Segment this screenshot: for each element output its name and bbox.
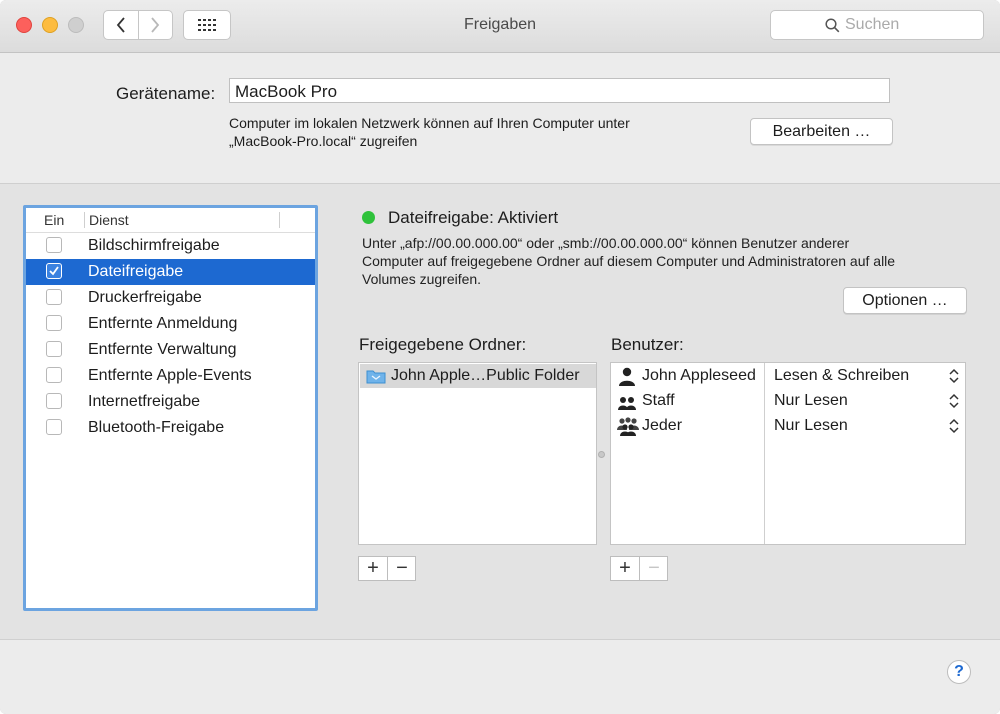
service-label: Bluetooth-Freigabe bbox=[88, 419, 225, 436]
service-label: Dateifreigabe bbox=[88, 263, 184, 280]
folder-add-remove-buttons: + − bbox=[358, 556, 416, 581]
footer bbox=[0, 640, 1000, 714]
user-add-remove-buttons: + − bbox=[610, 556, 668, 581]
service-label: Internetfreigabe bbox=[88, 393, 201, 410]
service-row-druckerfreigabe[interactable]: Druckerfreigabe bbox=[26, 285, 315, 311]
device-name-note-line2: „MacBook-Pro.local“ zugreifen bbox=[229, 133, 418, 149]
permission-popup[interactable]: Lesen & Schreiben bbox=[774, 367, 909, 385]
service-checkbox[interactable] bbox=[46, 237, 62, 253]
checkmark-icon bbox=[49, 266, 59, 276]
service-checkbox[interactable] bbox=[46, 367, 62, 383]
service-row-bluetooth-freigabe[interactable]: Bluetooth-Freigabe bbox=[26, 415, 315, 441]
service-description: Unter „afp://00.00.000.00“ oder „smb://0… bbox=[362, 234, 972, 288]
everyone-icon bbox=[617, 417, 639, 436]
status-indicator bbox=[362, 211, 375, 224]
user-name: Jeder bbox=[642, 417, 683, 434]
service-row-entfernte-verwaltung[interactable]: Entfernte Verwaltung bbox=[26, 337, 315, 363]
service-row-dateifreigabe[interactable]: Dateifreigabe bbox=[26, 259, 315, 285]
service-label: Druckerfreigabe bbox=[88, 289, 202, 306]
service-row-entfernte-apple-events[interactable]: Entfernte Apple-Events bbox=[26, 363, 315, 389]
service-row-entfernte-anmeldung[interactable]: Entfernte Anmeldung bbox=[26, 311, 315, 337]
column-header-on[interactable]: Ein bbox=[44, 212, 64, 228]
service-label: Entfernte Verwaltung bbox=[88, 341, 237, 358]
up-down-arrows-icon[interactable] bbox=[949, 368, 959, 384]
service-row-internetfreigabe[interactable]: Internetfreigabe bbox=[26, 389, 315, 415]
users-list[interactable]: John Appleseed Lesen & Schreiben Staff N… bbox=[610, 362, 966, 545]
search-field[interactable] bbox=[770, 10, 984, 40]
service-list[interactable]: Ein Dienst Bildschirmfreigabe Dateifreig… bbox=[23, 205, 318, 611]
up-down-arrows-icon[interactable] bbox=[949, 418, 959, 434]
service-status-title: Dateifreigabe: Aktiviert bbox=[388, 208, 559, 227]
device-name-note-line1: Computer im lokalen Netzwerk können auf … bbox=[229, 115, 630, 131]
folder-name: John Apple…Public Folder bbox=[391, 367, 580, 384]
group-icon bbox=[618, 397, 636, 410]
service-checkbox[interactable] bbox=[46, 341, 62, 357]
single-user-icon bbox=[619, 367, 635, 386]
options-button[interactable]: Optionen … bbox=[843, 287, 967, 314]
add-user-button[interactable]: + bbox=[611, 557, 640, 580]
user-name: Staff bbox=[642, 392, 675, 409]
split-view-handle[interactable] bbox=[598, 451, 605, 458]
search-input[interactable] bbox=[845, 15, 975, 35]
preferences-window: Freigaben Gerätename: MacBook Pro Comput… bbox=[0, 0, 1000, 714]
remove-folder-button[interactable]: − bbox=[388, 557, 416, 580]
user-row[interactable]: Staff Nur Lesen bbox=[611, 389, 965, 414]
edit-button[interactable]: Bearbeiten … bbox=[750, 118, 893, 145]
service-checkbox[interactable] bbox=[46, 263, 62, 279]
service-checkbox[interactable] bbox=[46, 393, 62, 409]
column-header-service[interactable]: Dienst bbox=[89, 212, 129, 228]
user-name: John Appleseed bbox=[642, 367, 756, 384]
service-list-header: Ein Dienst bbox=[26, 208, 315, 233]
title-bar: Freigaben bbox=[0, 0, 1000, 53]
description-line: Volumes zugreifen. bbox=[362, 271, 482, 287]
remove-user-button[interactable]: − bbox=[640, 557, 668, 580]
public-folder-icon bbox=[366, 370, 386, 384]
column-divider bbox=[84, 212, 85, 228]
device-name-label: Gerätename: bbox=[116, 84, 216, 103]
search-icon bbox=[825, 18, 840, 33]
user-row[interactable]: John Appleseed Lesen & Schreiben bbox=[611, 364, 965, 389]
service-label: Bildschirmfreigabe bbox=[88, 237, 220, 254]
up-down-arrows-icon[interactable] bbox=[949, 393, 959, 409]
add-folder-button[interactable]: + bbox=[359, 557, 388, 580]
device-name-field[interactable]: MacBook Pro bbox=[229, 78, 890, 103]
user-row[interactable]: Jeder Nur Lesen bbox=[611, 414, 965, 439]
service-label: Entfernte Anmeldung bbox=[88, 315, 238, 332]
service-checkbox[interactable] bbox=[46, 289, 62, 305]
service-checkbox[interactable] bbox=[46, 419, 62, 435]
shared-folders-list[interactable]: John Apple…Public Folder bbox=[358, 362, 597, 545]
description-line: Unter „afp://00.00.000.00“ oder „smb://0… bbox=[362, 235, 850, 251]
column-divider bbox=[279, 212, 280, 228]
permission-popup[interactable]: Nur Lesen bbox=[774, 417, 848, 435]
help-button[interactable]: ? bbox=[947, 660, 971, 684]
service-label: Entfernte Apple-Events bbox=[88, 367, 252, 384]
permission-popup[interactable]: Nur Lesen bbox=[774, 392, 848, 410]
service-row-bildschirmfreigabe[interactable]: Bildschirmfreigabe bbox=[26, 233, 315, 259]
description-line: Computer auf freigegebene Ordner auf die… bbox=[362, 253, 896, 269]
users-label: Benutzer: bbox=[611, 335, 684, 354]
service-checkbox[interactable] bbox=[46, 315, 62, 331]
shared-folders-label: Freigegebene Ordner: bbox=[359, 335, 527, 354]
folder-row[interactable]: John Apple…Public Folder bbox=[360, 364, 596, 388]
